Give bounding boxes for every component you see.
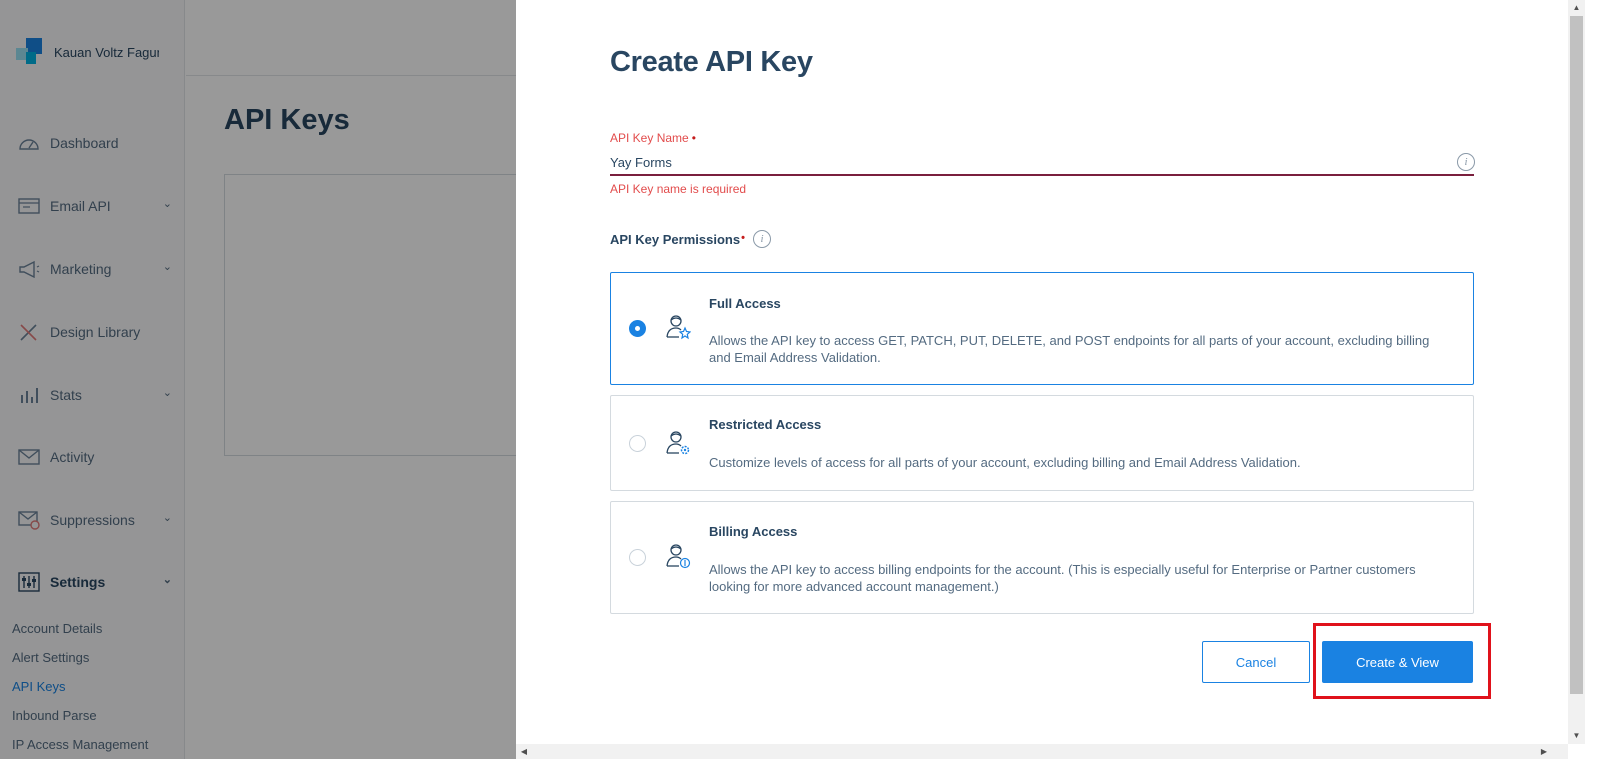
required-mark: • xyxy=(741,232,745,244)
scrollbar-thumb[interactable] xyxy=(1570,16,1583,694)
scroll-left-arrow-icon[interactable]: ◀ xyxy=(516,744,532,759)
api-key-name-label-text: API Key Name xyxy=(610,131,689,145)
scroll-up-arrow-icon[interactable]: ▲ xyxy=(1568,0,1585,16)
permission-option-full-access[interactable]: Full Access Allows the API key to access… xyxy=(610,272,1474,385)
create-api-key-panel: Create API Key API Key Name• i API Key n… xyxy=(516,0,1600,759)
cancel-button[interactable]: Cancel xyxy=(1202,641,1310,683)
scroll-down-arrow-icon[interactable]: ▼ xyxy=(1568,728,1585,744)
info-icon[interactable]: i xyxy=(1457,153,1475,171)
option-description: Allows the API key to access billing end… xyxy=(709,562,1416,594)
option-description: Customize levels of access for all parts… xyxy=(709,455,1301,470)
api-key-name-error: API Key name is required xyxy=(610,182,747,196)
api-key-name-input[interactable] xyxy=(610,150,1474,176)
radio-full-access[interactable] xyxy=(629,320,646,337)
user-gear-icon xyxy=(665,430,691,456)
create-and-view-button[interactable]: Create & View xyxy=(1322,641,1473,683)
radio-restricted-access[interactable] xyxy=(629,435,646,452)
permissions-label-text: API Key Permissions xyxy=(610,232,741,247)
permission-option-restricted-access[interactable]: Restricted Access Customize levels of ac… xyxy=(610,395,1474,491)
user-dollar-icon xyxy=(665,543,691,569)
horizontal-scrollbar[interactable]: ◀ ▶ xyxy=(516,744,1568,759)
permissions-label: API Key Permissions• xyxy=(610,232,745,247)
info-icon[interactable]: i xyxy=(753,230,771,248)
api-key-name-label: API Key Name • xyxy=(610,131,696,145)
vertical-scrollbar[interactable]: ▲ ▼ xyxy=(1568,0,1585,744)
option-description: Allows the API key to access GET, PATCH,… xyxy=(709,333,1430,365)
modal-title: Create API Key xyxy=(610,46,813,78)
required-mark: • xyxy=(691,131,696,145)
option-title: Billing Access xyxy=(709,524,798,539)
permission-option-billing-access[interactable]: Billing Access Allows the API key to acc… xyxy=(610,501,1474,614)
user-star-icon xyxy=(665,314,692,340)
option-title: Restricted Access xyxy=(709,417,822,432)
option-title: Full Access xyxy=(709,296,781,311)
scroll-right-arrow-icon[interactable]: ▶ xyxy=(1536,744,1552,759)
radio-billing-access[interactable] xyxy=(629,549,646,566)
